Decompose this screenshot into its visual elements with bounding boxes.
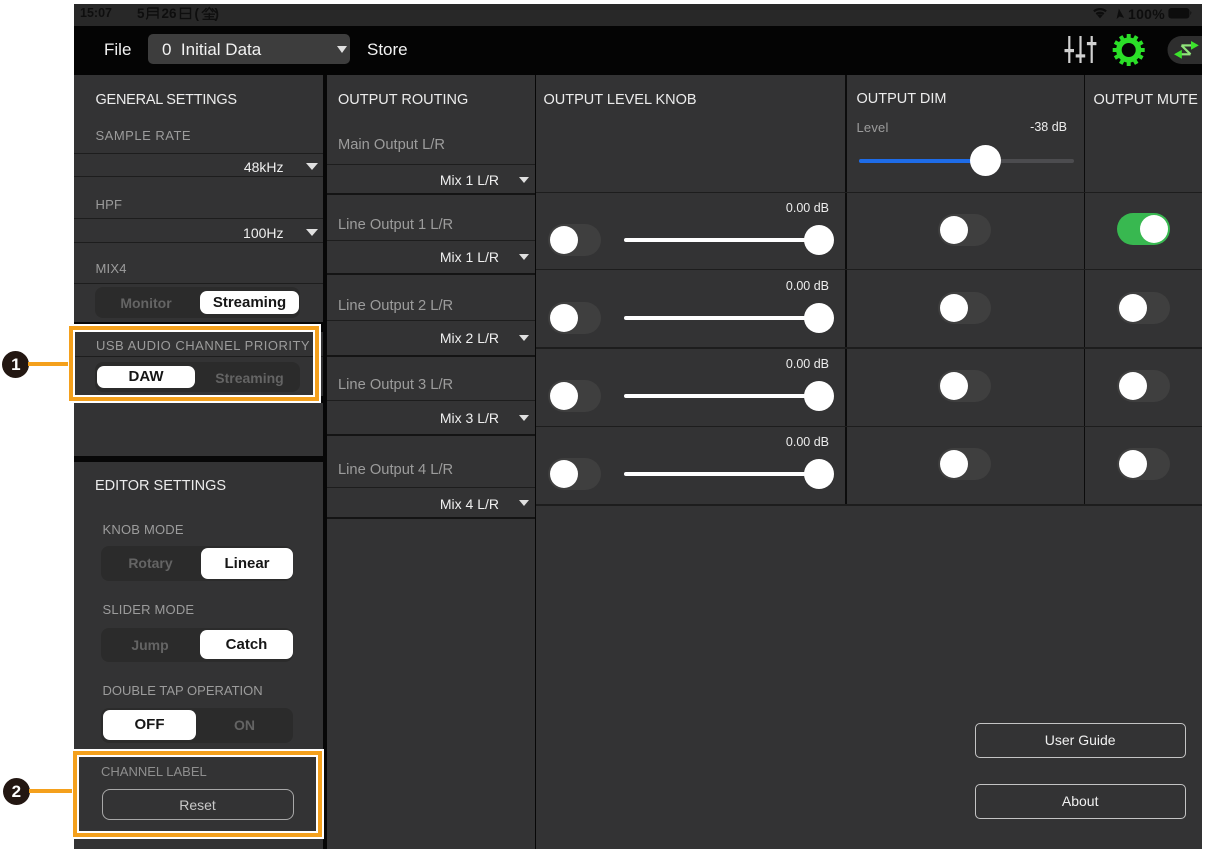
svg-text:26: 26 <box>162 6 178 21</box>
svg-text:): ) <box>215 6 220 21</box>
svg-text:5: 5 <box>137 6 145 21</box>
svg-text:(: ( <box>195 6 200 21</box>
